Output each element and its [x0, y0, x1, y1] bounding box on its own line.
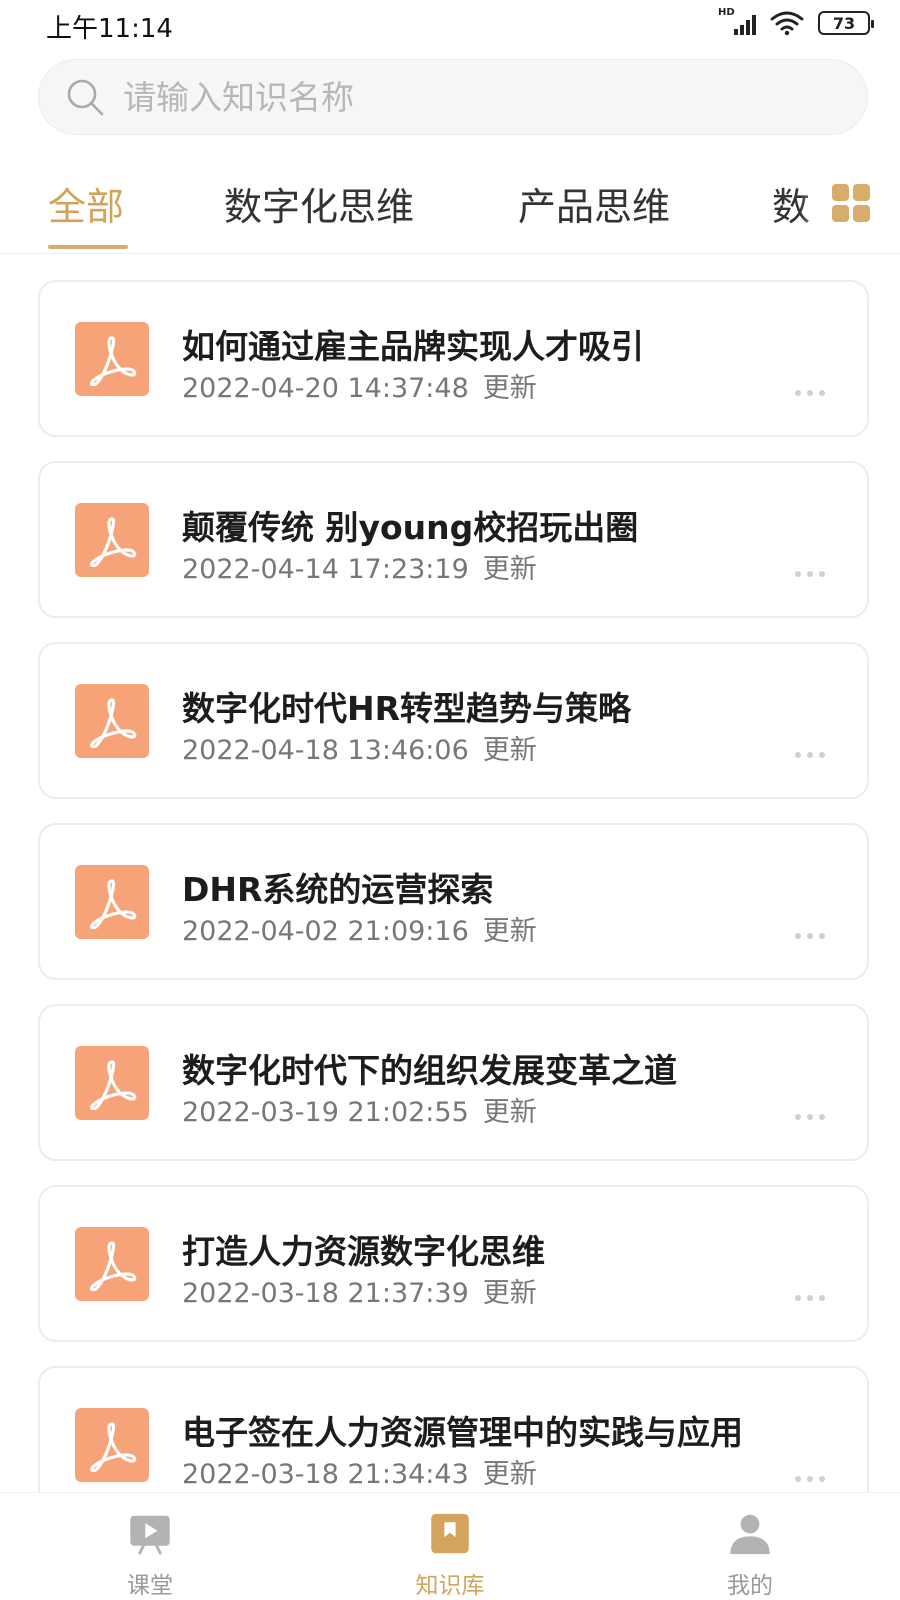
- more-options-icon[interactable]: [795, 933, 825, 939]
- tab-active-indicator: [48, 245, 128, 249]
- search-icon: [67, 79, 104, 116]
- bottom-nav: 课堂 知识库 我的: [0, 1492, 900, 1600]
- profile-icon: [730, 1514, 770, 1555]
- item-date: 2022-04-18 13:46:06: [182, 735, 469, 766]
- item-title: 颠覆传统 别young校招玩出圈: [182, 508, 639, 547]
- signal-icon: HD: [718, 7, 756, 37]
- tab-all[interactable]: 全部: [48, 176, 124, 231]
- item-date: 2022-04-20 14:37:48: [182, 373, 469, 404]
- item-date: 2022-03-19 21:02:55: [182, 1097, 469, 1128]
- item-meta: 2022-04-18 13:46:06 更新: [182, 728, 537, 767]
- list-item[interactable]: 数字化时代下的组织发展变革之道 2022-03-19 21:02:55 更新: [38, 1004, 869, 1161]
- search-input[interactable]: [123, 77, 823, 117]
- item-status: 更新: [482, 916, 537, 947]
- battery-icon: 73: [818, 11, 874, 35]
- item-title: 如何通过雇主品牌实现人才吸引: [182, 327, 644, 366]
- pdf-file-icon: [75, 1046, 149, 1120]
- list-item[interactable]: DHR系统的运营探索 2022-04-02 21:09:16 更新: [38, 823, 869, 980]
- more-options-icon[interactable]: [795, 571, 825, 577]
- pdf-file-icon: [75, 684, 149, 758]
- list-item[interactable]: 颠覆传统 别young校招玩出圈 2022-04-14 17:23:19 更新: [38, 461, 869, 618]
- item-status: 更新: [482, 1459, 537, 1490]
- search-bar[interactable]: [38, 59, 868, 135]
- battery-level: 73: [832, 13, 856, 33]
- status-icons: HD 73: [718, 7, 874, 38]
- item-title: 数字化时代HR转型趋势与策略: [182, 689, 632, 728]
- item-date: 2022-03-18 21:37:39: [182, 1278, 469, 1309]
- pdf-file-icon: [75, 503, 149, 577]
- item-status: 更新: [482, 1097, 537, 1128]
- nav-knowledge-base[interactable]: 知识库: [300, 1493, 600, 1600]
- nav-label: 课堂: [127, 1573, 173, 1599]
- nav-label: 知识库: [415, 1573, 485, 1599]
- tab-digital-thinking[interactable]: 数字化思维: [224, 176, 414, 231]
- more-options-icon[interactable]: [795, 390, 825, 396]
- nav-profile[interactable]: 我的: [600, 1493, 900, 1600]
- status-time: 上午11:14: [46, 14, 173, 44]
- item-meta: 2022-04-14 17:23:19 更新: [182, 547, 537, 586]
- pdf-file-icon: [75, 865, 149, 939]
- more-options-icon[interactable]: [795, 752, 825, 758]
- nav-label: 我的: [727, 1573, 773, 1599]
- item-title: 电子签在人力资源管理中的实践与应用: [182, 1413, 743, 1452]
- item-meta: 2022-04-20 14:37:48 更新: [182, 366, 537, 405]
- item-date: 2022-04-02 21:09:16: [182, 916, 469, 947]
- network-label: HD: [718, 7, 735, 18]
- item-status: 更新: [482, 1278, 537, 1309]
- more-options-icon[interactable]: [795, 1476, 825, 1482]
- list-item[interactable]: 如何通过雇主品牌实现人才吸引 2022-04-20 14:37:48 更新: [38, 280, 869, 437]
- wifi-icon: [770, 11, 804, 36]
- nav-classroom[interactable]: 课堂: [0, 1493, 300, 1600]
- item-date: 2022-04-14 17:23:19: [182, 554, 469, 585]
- grid-menu-icon[interactable]: [832, 184, 870, 222]
- item-title: 打造人力资源数字化思维: [182, 1232, 545, 1271]
- list-item[interactable]: 数字化时代HR转型趋势与策略 2022-04-18 13:46:06 更新: [38, 642, 869, 799]
- item-meta: 2022-03-19 21:02:55 更新: [182, 1090, 537, 1129]
- pdf-file-icon: [75, 1408, 149, 1482]
- bookmark-icon: [431, 1513, 469, 1554]
- category-tabs: 全部 数字化思维 产品思维 数: [0, 150, 900, 254]
- item-date: 2022-03-18 21:34:43: [182, 1459, 469, 1490]
- item-title: 数字化时代下的组织发展变革之道: [182, 1051, 677, 1090]
- item-status: 更新: [482, 373, 537, 404]
- more-options-icon[interactable]: [795, 1114, 825, 1120]
- more-options-icon[interactable]: [795, 1295, 825, 1301]
- item-meta: 2022-04-02 21:09:16 更新: [182, 909, 537, 948]
- item-meta: 2022-03-18 21:37:39 更新: [182, 1271, 537, 1310]
- pdf-file-icon: [75, 322, 149, 396]
- classroom-icon: [130, 1515, 170, 1555]
- status-bar: 上午11:14 HD 73: [0, 0, 900, 48]
- item-title: DHR系统的运营探索: [182, 870, 494, 909]
- item-status: 更新: [482, 735, 537, 766]
- pdf-file-icon: [75, 1227, 149, 1301]
- tab-product-thinking[interactable]: 产品思维: [518, 176, 670, 231]
- item-meta: 2022-03-18 21:34:43 更新: [182, 1452, 537, 1491]
- item-status: 更新: [482, 554, 537, 585]
- list-item[interactable]: 打造人力资源数字化思维 2022-03-18 21:37:39 更新: [38, 1185, 869, 1342]
